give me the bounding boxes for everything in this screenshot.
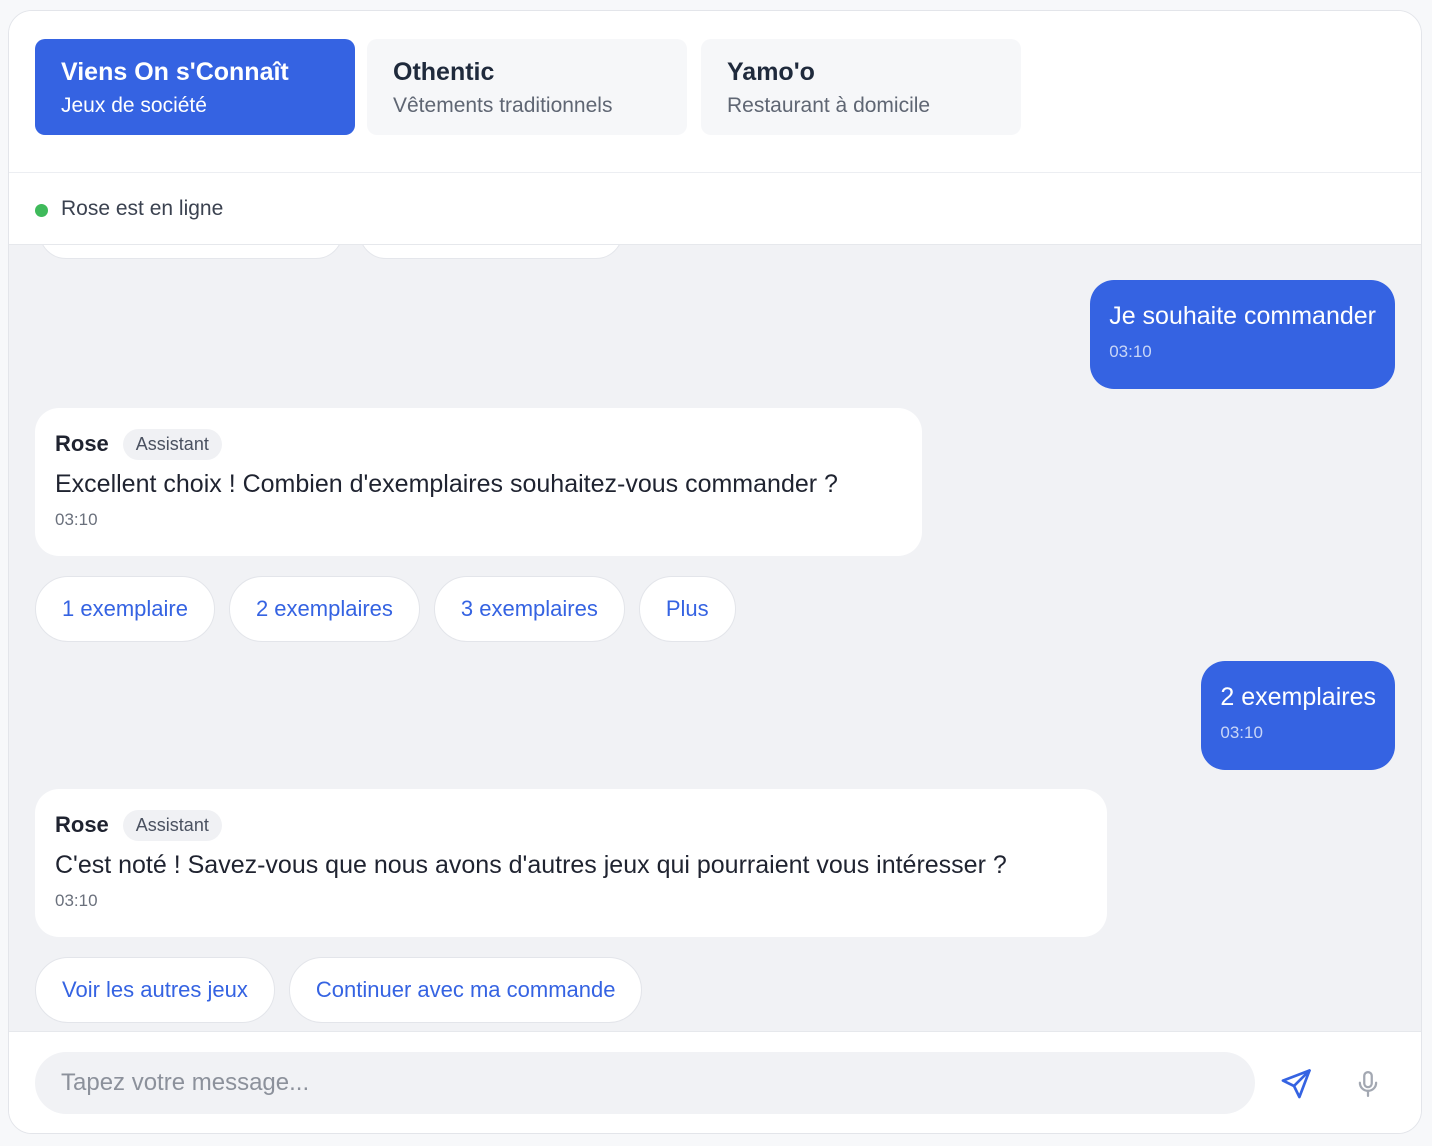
tab-subtitle: Vêtements traditionnels <box>393 94 613 117</box>
assistant-message: Rose Assistant C'est noté ! Savez-vous q… <box>35 789 1107 937</box>
quick-reply-2-exemplaires[interactable]: 2 exemplaires <box>228 576 420 642</box>
message-text: Excellent choix ! Combien d'exemplaires … <box>55 470 838 498</box>
microphone-icon <box>1358 1071 1378 1097</box>
message-composer <box>9 1031 1421 1133</box>
chat-window: Viens On s'Connaît Jeux de société Othen… <box>8 10 1422 1134</box>
user-message: 2 exemplaires 03:10 <box>1201 661 1395 770</box>
quick-replies: 1 exemplaire 2 exemplaires 3 exemplaires… <box>35 576 736 642</box>
tab-subtitle: Restaurant à domicile <box>727 94 931 117</box>
role-badge: Assistant <box>122 428 222 460</box>
message-time: 03:10 <box>55 891 98 910</box>
role-badge: Assistant <box>122 809 222 841</box>
quick-reply-1-exemplaire[interactable]: 1 exemplaire <box>35 576 215 642</box>
quick-replies: Voir les autres jeux Continuer avec ma c… <box>35 957 643 1023</box>
sender-name: Rose <box>55 431 109 456</box>
quick-reply-3-exemplaires[interactable]: 3 exemplaires <box>433 576 625 642</box>
message-list[interactable]: Je souhaite commander 03:10 Rose Assista… <box>9 245 1421 1031</box>
microphone-button[interactable] <box>1349 1065 1387 1103</box>
tab-title: Othentic <box>393 58 495 86</box>
presence-bar: Rose est en ligne <box>9 173 1421 245</box>
tab-yamoo[interactable]: Yamo'o Restaurant à domicile <box>701 39 1021 135</box>
message-text: C'est noté ! Savez-vous que nous avons d… <box>55 851 1007 879</box>
message-header: Rose Assistant <box>55 428 902 460</box>
user-message: Je souhaite commander 03:10 <box>1090 280 1395 389</box>
quick-reply-voir-autres-jeux[interactable]: Voir les autres jeux <box>35 957 275 1023</box>
tab-title: Viens On s'Connaît <box>61 58 289 86</box>
send-icon <box>1281 1069 1311 1099</box>
online-indicator <box>35 204 48 217</box>
message-header: Rose Assistant <box>55 809 1087 841</box>
message-input[interactable] <box>35 1052 1255 1114</box>
message-time: 03:10 <box>55 510 98 529</box>
quick-reply-chip[interactable] <box>39 245 343 259</box>
sender-name: Rose <box>55 812 109 837</box>
quick-reply-chip[interactable] <box>359 245 623 259</box>
message-time: 03:10 <box>1109 342 1152 361</box>
tab-othentic[interactable]: Othentic Vêtements traditionnels <box>367 39 687 135</box>
quick-reply-continuer-commande[interactable]: Continuer avec ma commande <box>288 957 643 1023</box>
tab-title: Yamo'o <box>727 58 815 86</box>
quick-reply-plus[interactable]: Plus <box>638 576 736 642</box>
message-time: 03:10 <box>1220 723 1263 742</box>
presence-text: Rose est en ligne <box>61 197 224 220</box>
tab-viens-on-sconnait[interactable]: Viens On s'Connaît Jeux de société <box>35 39 355 135</box>
send-button[interactable] <box>1277 1065 1315 1103</box>
business-tabs: Viens On s'Connaît Jeux de société Othen… <box>9 11 1421 173</box>
message-text: Je souhaite commander <box>1109 302 1376 330</box>
assistant-message: Rose Assistant Excellent choix ! Combien… <box>35 408 922 556</box>
tab-subtitle: Jeux de société <box>61 94 207 117</box>
message-text: 2 exemplaires <box>1220 683 1376 711</box>
